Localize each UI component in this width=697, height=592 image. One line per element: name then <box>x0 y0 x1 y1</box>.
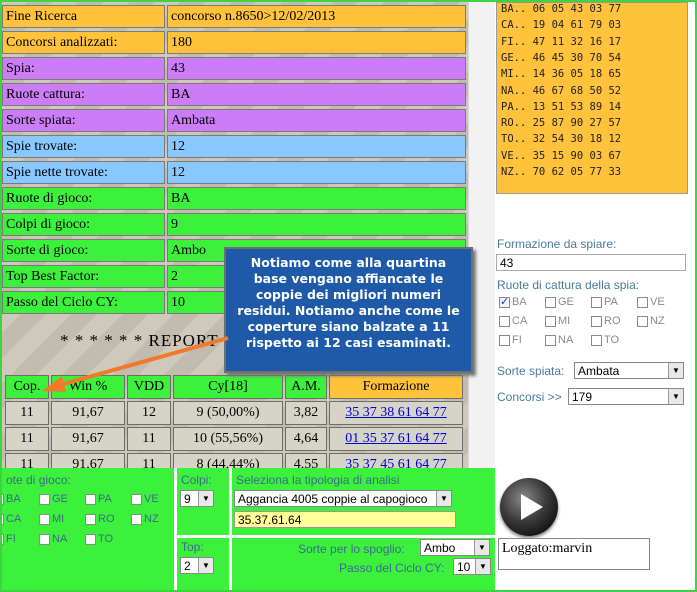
arrow-icon <box>42 336 229 392</box>
app-frame: Fine Ricerca concorso n.8650>12/02/2013 Co… <box>0 0 697 592</box>
